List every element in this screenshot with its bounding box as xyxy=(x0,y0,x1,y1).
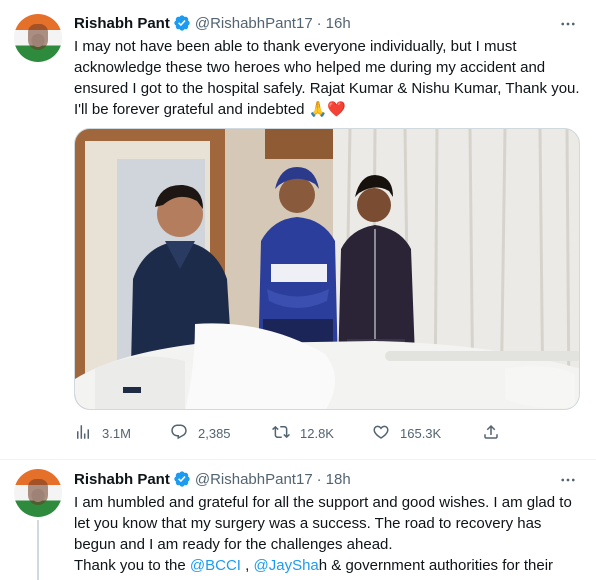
tweet-text-line: I'll be forever grateful and indebted 🙏❤… xyxy=(74,101,347,118)
author-name[interactable]: Rishabh Pant xyxy=(74,15,170,32)
tweet-text: I am humbled and grateful for all the su… xyxy=(74,492,586,576)
tweet[interactable]: Rishabh Pant @RishabhPant17 · 18h I am h… xyxy=(0,460,596,580)
retweet-icon xyxy=(272,423,290,444)
verified-badge-icon xyxy=(173,470,191,488)
tweet-photo[interactable] xyxy=(74,128,580,410)
mention-link-jayshah[interactable]: @JaySha xyxy=(254,557,319,574)
avatar[interactable] xyxy=(14,469,62,517)
reply-icon xyxy=(170,423,188,444)
retweet-button[interactable]: 12.8K xyxy=(272,423,334,443)
tweet-pinned[interactable]: Rishabh Pant @RishabhPant17 · 16h I may … xyxy=(0,0,596,460)
like-button[interactable]: 165.3K xyxy=(372,423,441,443)
tweet-text-line: let you know that my surgery was a succe… xyxy=(74,515,542,532)
tweet-text-line: I may not have been able to thank everyo… xyxy=(74,38,517,55)
tweet-actions: 3.1M 2,385 12.8K 165.3K xyxy=(74,423,514,443)
analytics-icon xyxy=(74,423,92,444)
text-fragment: h & government authorities for their xyxy=(318,557,554,574)
avatar[interactable] xyxy=(14,14,62,62)
heart-icon xyxy=(372,423,390,444)
mention-link-bcci[interactable]: @BCCI xyxy=(190,557,241,574)
views-button[interactable]: 3.1M xyxy=(74,423,131,443)
views-count: 3.1M xyxy=(102,425,131,441)
tweet-timestamp[interactable]: 18h xyxy=(326,471,351,488)
share-icon xyxy=(482,423,500,444)
tweet-text-line: acknowledge these two heroes who helped … xyxy=(74,59,546,76)
tweet-timestamp[interactable]: 16h xyxy=(326,15,351,32)
tweet-text-line: begun and I am ready for the challenges … xyxy=(74,536,393,553)
retweet-count: 12.8K xyxy=(300,425,334,441)
separator-dot: · xyxy=(316,14,322,32)
tweet-header: Rishabh Pant @RishabhPant17 · 16h xyxy=(74,13,351,33)
author-handle[interactable]: @RishabhPant17 xyxy=(195,15,313,32)
thread-line xyxy=(37,520,39,580)
hospital-room-photo xyxy=(75,129,579,409)
like-count: 165.3K xyxy=(400,425,442,441)
separator-dot: · xyxy=(316,470,322,488)
tweet-text: I may not have been able to thank everyo… xyxy=(74,36,586,120)
reply-button[interactable]: 2,385 xyxy=(170,423,231,443)
tweet-text-line: Thank you to the @BCCI , @JayShah & gove… xyxy=(74,555,586,576)
tweet-text-line: ensured I got to the hospital safely. Ra… xyxy=(74,80,580,97)
tweet-text-line: I am humbled and grateful for all the su… xyxy=(74,494,572,511)
text-fragment: , xyxy=(240,557,254,574)
author-name[interactable]: Rishabh Pant xyxy=(74,471,170,488)
share-button[interactable] xyxy=(482,423,500,443)
more-horizontal-icon[interactable] xyxy=(558,14,578,34)
text-fragment: Thank you to the xyxy=(74,557,190,574)
tweet-header: Rishabh Pant @RishabhPant17 · 18h xyxy=(74,469,351,489)
author-handle[interactable]: @RishabhPant17 xyxy=(195,471,313,488)
more-horizontal-icon[interactable] xyxy=(558,470,578,490)
verified-badge-icon xyxy=(173,14,191,32)
reply-count: 2,385 xyxy=(198,425,231,441)
